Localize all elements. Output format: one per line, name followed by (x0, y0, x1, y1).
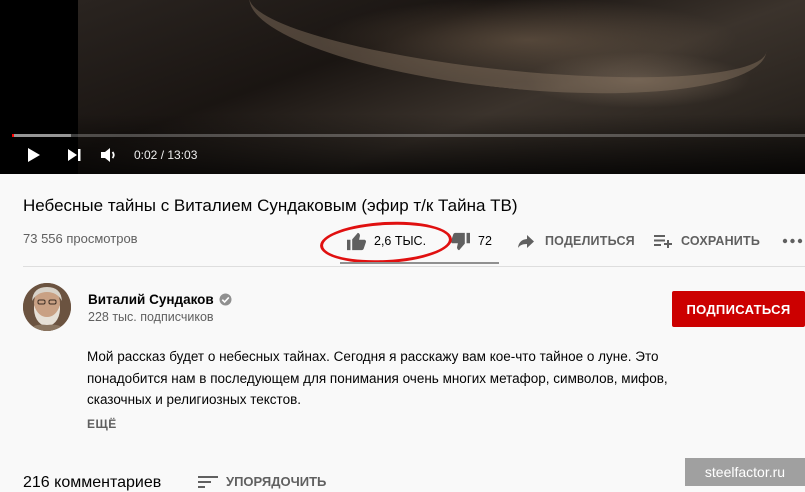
video-player[interactable]: 0:02 / 13:03 (0, 0, 805, 174)
more-horizontal-icon (782, 238, 803, 244)
comments-count: 216 комментариев (23, 474, 162, 491)
progress-bar[interactable] (12, 134, 805, 137)
dislike-button[interactable]: 72 (450, 231, 492, 251)
subscribe-button[interactable]: ПОДПИСАТЬСЯ (672, 291, 805, 327)
share-label: ПОДЕЛИТЬСЯ (545, 234, 635, 248)
play-button[interactable] (26, 147, 42, 168)
progress-played (12, 134, 14, 137)
channel-name-row[interactable]: Виталий Сундаков (88, 292, 232, 307)
share-icon (518, 234, 534, 248)
sentiment-bar (340, 262, 499, 264)
watermark: steelfactor.ru (685, 458, 805, 486)
thumbs-down-icon (450, 232, 470, 250)
play-icon (28, 148, 40, 162)
sort-icon (198, 475, 218, 488)
description-line: Мой рассказ будет о небесных тайнах. Сег… (87, 349, 659, 364)
sort-comments-button[interactable]: УПОРЯДОЧИТЬ (198, 474, 326, 489)
next-icon (68, 149, 81, 161)
avatar-image (23, 283, 71, 331)
save-label: СОХРАНИТЬ (681, 234, 760, 248)
video-description: Мой рассказ будет о небесных тайнах. Сег… (87, 346, 727, 411)
show-more-button[interactable]: ЕЩЁ (87, 417, 117, 431)
volume-button[interactable] (100, 147, 118, 168)
video-title: Небесные тайны с Виталием Сундаковым (эф… (23, 196, 518, 215)
channel-name[interactable]: Виталий Сундаков (88, 292, 214, 307)
controls-shade (0, 114, 805, 174)
channel-avatar[interactable] (23, 283, 71, 331)
progress-loaded (12, 134, 71, 137)
description-line: понадобится нам в последующем для понима… (87, 370, 668, 386)
save-button[interactable]: СОХРАНИТЬ (654, 231, 760, 251)
annotation-circle (319, 218, 453, 267)
dislike-count: 72 (478, 234, 492, 248)
more-actions-button[interactable] (782, 229, 803, 249)
playlist-add-icon (654, 235, 672, 248)
description-line: сказочных и религиозных текстов. (87, 392, 302, 407)
sort-label: УПОРЯДОЧИТЬ (226, 474, 327, 489)
volume-icon (101, 148, 115, 162)
verified-check-icon (219, 293, 232, 306)
time-display: 0:02 / 13:03 (134, 148, 198, 162)
divider (23, 266, 805, 267)
view-count: 73 556 просмотров (23, 231, 138, 246)
video-content (242, 0, 774, 115)
next-button[interactable] (67, 148, 82, 167)
subscriber-count: 228 тыс. подписчиков (88, 310, 214, 324)
share-button[interactable]: ПОДЕЛИТЬСЯ (517, 231, 635, 251)
